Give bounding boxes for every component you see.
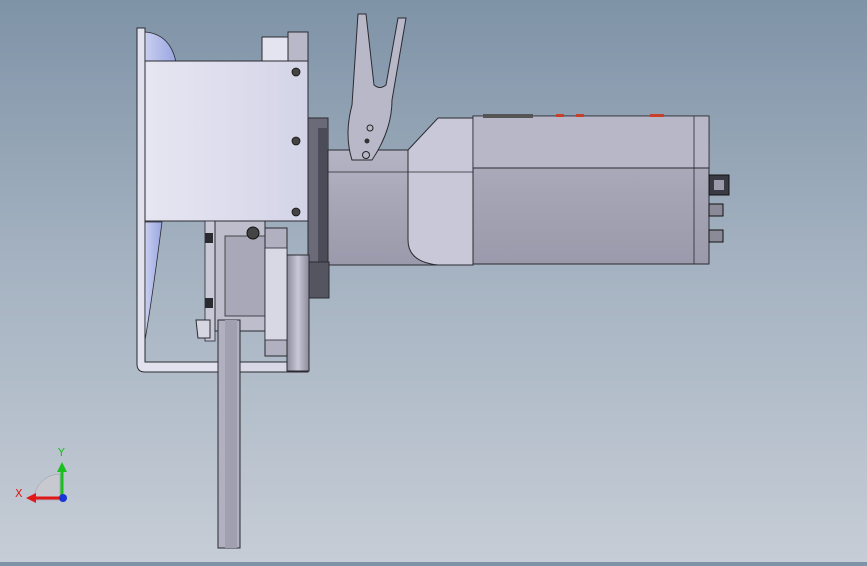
z-axis-dot <box>59 494 67 502</box>
cad-model-view[interactable]: Y X <box>0 0 867 562</box>
y-axis-label: Y <box>57 446 65 459</box>
indicator-3 <box>650 114 664 117</box>
indicator-1 <box>556 114 564 117</box>
x-axis-label: X <box>15 487 23 500</box>
graphics-viewport[interactable]: Y X <box>0 0 867 562</box>
vertical-shaft[interactable] <box>217 319 241 549</box>
bolt-2 <box>291 136 301 146</box>
bolt-1 <box>291 67 301 77</box>
fork-lever[interactable] <box>347 13 407 161</box>
motor-body[interactable] <box>472 114 710 265</box>
coordinate-triad: Y X <box>15 446 67 503</box>
top-bracket-block[interactable] <box>261 31 309 62</box>
side-plate[interactable] <box>144 60 309 222</box>
bolt-3 <box>291 207 301 217</box>
indicator-2 <box>576 114 584 117</box>
triad-plane-icon <box>33 473 61 501</box>
connector-end[interactable] <box>708 174 730 243</box>
